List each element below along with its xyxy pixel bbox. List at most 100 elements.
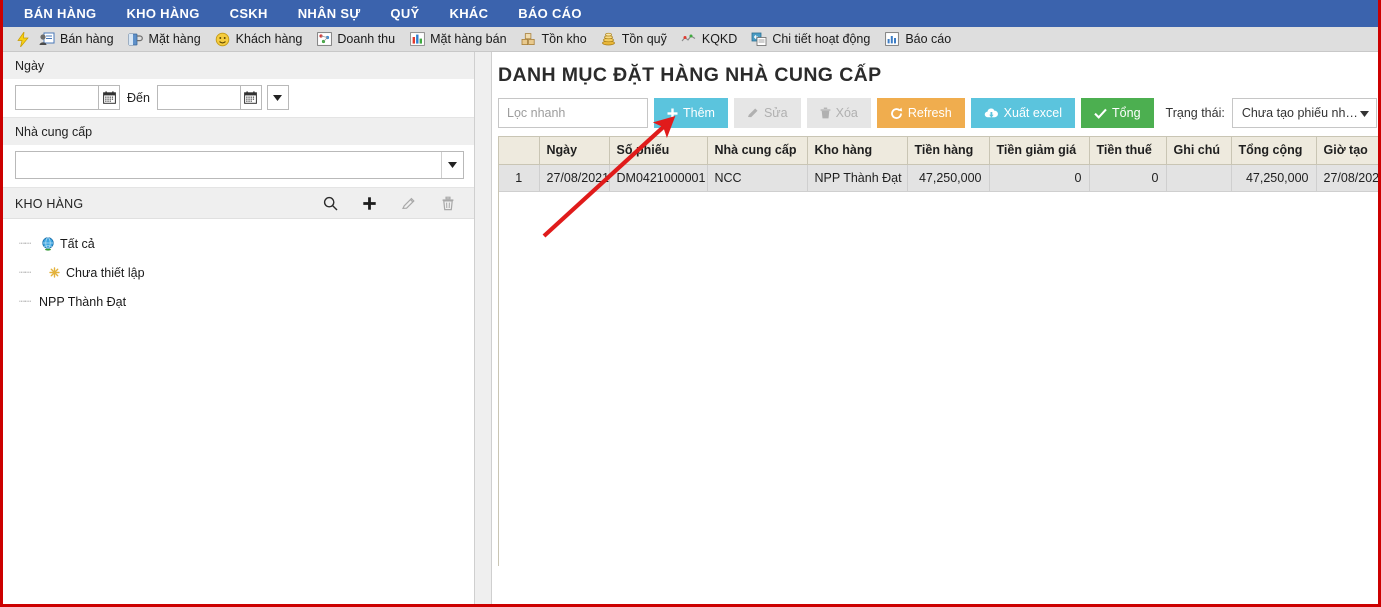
grid-col-tien-hang[interactable]: Tiền hàng — [907, 137, 990, 165]
left-filter-panel: Ngày Đến Nhà cung cấp KHO HÀNG ┈┈ Tất cả… — [3, 52, 475, 604]
grid-col-tien-thue[interactable]: Tiền thuế — [1089, 137, 1167, 165]
cell-tien-thue: 0 — [1089, 164, 1167, 192]
date-filter-row: Đến — [3, 79, 474, 118]
cell-tien-hang: 47,250,000 — [907, 164, 990, 192]
toolbar-label: Tồn kho — [541, 32, 587, 46]
menu-item-khac[interactable]: KHÁC — [435, 1, 504, 26]
table-row[interactable]: 1 27/08/2021 DM0421000001 NCC NPP Thành … — [499, 164, 1378, 192]
menu-item-nhan-su[interactable]: NHÂN SỰ — [283, 1, 376, 26]
toolbar-item-quick-action[interactable] — [11, 29, 35, 49]
orders-grid-container: Ngày Số phiếu Nhà cung cấp Kho hàng Tiền… — [498, 136, 1378, 566]
cash-stack-icon — [601, 31, 617, 47]
pencil-icon — [747, 107, 759, 119]
toolbar-item-kqkd[interactable]: KQKD — [677, 29, 747, 49]
toolbar-item-doanh-thu[interactable]: Doanh thu — [312, 29, 405, 49]
grid-col-kho-hang[interactable]: Kho hàng — [807, 137, 908, 165]
supplier-filter-row — [3, 145, 474, 187]
toolbar-item-ton-quy[interactable]: Tồn quỹ — [597, 29, 677, 49]
page-title: DANH MỤC ĐẶT HÀNG NHÀ CUNG CẤP — [498, 64, 882, 86]
cell-idx: 1 — [499, 164, 540, 192]
delete-button[interactable]: Xóa — [806, 98, 871, 128]
cell-nha-cung-cap: NCC — [707, 164, 808, 192]
date-preset-dropdown-icon[interactable] — [266, 85, 289, 110]
pencil-icon[interactable] — [400, 195, 417, 212]
orders-grid: Ngày Số phiếu Nhà cung cấp Kho hàng Tiền… — [499, 137, 1378, 192]
date-to-group — [156, 85, 262, 110]
cell-ghi-chu — [1166, 164, 1232, 192]
toolbar-item-ban-hang[interactable]: Bán hàng — [35, 29, 124, 49]
add-button[interactable]: Thêm — [654, 98, 728, 128]
menu-item-quy[interactable]: QUỸ — [375, 1, 434, 26]
tree-connector: ┈┈ — [19, 296, 31, 308]
report-chart-icon — [884, 31, 900, 47]
toolbar-label: Báo cáo — [905, 32, 952, 46]
toolbar-label: Tồn quỹ — [621, 32, 667, 46]
revenue-icon — [316, 31, 332, 47]
grid-col-ghi-chu[interactable]: Ghi chú — [1166, 137, 1232, 165]
status-select-value: Chưa tạo phiếu nh… — [1241, 106, 1358, 120]
total-button[interactable]: Tổng — [1081, 98, 1154, 128]
supplier-filter-label: Nhà cung cấp — [3, 118, 474, 145]
export-excel-button-label: Xuất excel — [1003, 106, 1063, 120]
date-from-group — [15, 85, 120, 110]
date-between-label: Đến — [127, 90, 150, 105]
tree-connector: ┈┈ — [19, 267, 31, 279]
refresh-button-label: Refresh — [907, 106, 952, 120]
status-select[interactable]: Chưa tạo phiếu nh… — [1231, 98, 1377, 128]
business-result-icon — [681, 31, 697, 47]
toolbar-item-ton-kho[interactable]: Tồn kho — [517, 29, 597, 49]
toolbar-item-khach-hang[interactable]: Khách hàng — [211, 29, 313, 49]
menu-item-kho-hang[interactable]: KHO HÀNG — [111, 1, 214, 26]
cloud-download-icon — [984, 107, 999, 119]
toolbar-label: Bán hàng — [60, 32, 114, 46]
toolbar-label: Chi tiết hoạt động — [772, 32, 871, 46]
toolbar-label: Mặt hàng — [148, 32, 201, 46]
menu-item-cskh[interactable]: CSKH — [215, 1, 283, 26]
cell-so-phieu: DM0421000001 — [609, 164, 708, 192]
grid-col-tien-giam-gia[interactable]: Tiền giảm giá — [989, 137, 1090, 165]
grid-body: 1 27/08/2021 DM0421000001 NCC NPP Thành … — [499, 164, 1378, 192]
supplier-select[interactable] — [15, 151, 464, 179]
menu-item-bao-cao[interactable]: BÁO CÁO — [503, 1, 597, 26]
search-icon[interactable] — [322, 195, 339, 212]
grid-col-gio-tao[interactable]: Giờ tạo — [1316, 137, 1378, 165]
tree-node-label: NPP Thành Đạt — [39, 294, 127, 309]
toolbar-item-bao-cao[interactable]: Báo cáo — [880, 29, 961, 49]
tree-node-chua-thiet-lap[interactable]: ┈┈ Chưa thiết lập — [3, 258, 474, 287]
panel-splitter[interactable] — [475, 52, 492, 604]
refresh-button[interactable]: Refresh — [876, 98, 965, 128]
menu-item-ban-hang[interactable]: BÁN HÀNG — [9, 1, 111, 26]
icon-toolbar: Bán hàng Mặt hàng Khách hàng Doanh thu M… — [3, 27, 1378, 52]
toolbar-item-chi-tiet-hoat-dong[interactable]: Chi tiết hoạt động — [747, 29, 880, 49]
date-to-input[interactable] — [156, 85, 240, 110]
tree-node-tat-ca[interactable]: ┈┈ Tất cả — [3, 229, 474, 258]
trash-icon — [820, 107, 831, 119]
export-excel-button[interactable]: Xuất excel — [970, 98, 1076, 128]
edit-button[interactable]: Sửa — [733, 98, 801, 128]
tree-node-label: Chưa thiết lập — [66, 265, 145, 280]
grid-col-idx[interactable] — [499, 137, 540, 165]
warehouse-section-header: KHO HÀNG — [3, 187, 474, 218]
inventory-icon — [521, 31, 537, 47]
product-cup-icon — [128, 31, 144, 47]
grid-col-so-phieu[interactable]: Số phiếu — [609, 137, 708, 165]
tree-node-npp-thanh-dat[interactable]: ┈┈ NPP Thành Đạt — [3, 287, 474, 316]
trash-icon[interactable] — [439, 195, 456, 212]
grid-header: Ngày Số phiếu Nhà cung cấp Kho hàng Tiền… — [499, 137, 1378, 165]
toolbar-item-mat-hang[interactable]: Mặt hàng — [124, 29, 211, 49]
grid-col-nha-cung-cap[interactable]: Nhà cung cấp — [707, 137, 808, 165]
quick-filter-input[interactable] — [498, 98, 648, 128]
grid-col-ngay[interactable]: Ngày — [539, 137, 610, 165]
toolbar-item-mat-hang-ban[interactable]: Mặt hàng bán — [405, 29, 516, 49]
total-button-label: Tổng — [1112, 106, 1141, 120]
date-from-input[interactable] — [15, 85, 98, 110]
grid-col-tong-cong[interactable]: Tổng cộng — [1231, 137, 1317, 165]
plus-icon[interactable] — [361, 195, 378, 212]
calendar-icon-from[interactable] — [98, 85, 120, 110]
cell-kho-hang: NPP Thành Đạt — [807, 164, 908, 192]
check-icon — [1094, 108, 1107, 119]
chevron-down-icon[interactable] — [1359, 106, 1369, 120]
body-container: Ngày Đến Nhà cung cấp KHO HÀNG ┈┈ Tất cả… — [3, 52, 1378, 604]
calendar-icon-to[interactable] — [239, 85, 262, 110]
chevron-down-icon[interactable] — [441, 152, 463, 178]
